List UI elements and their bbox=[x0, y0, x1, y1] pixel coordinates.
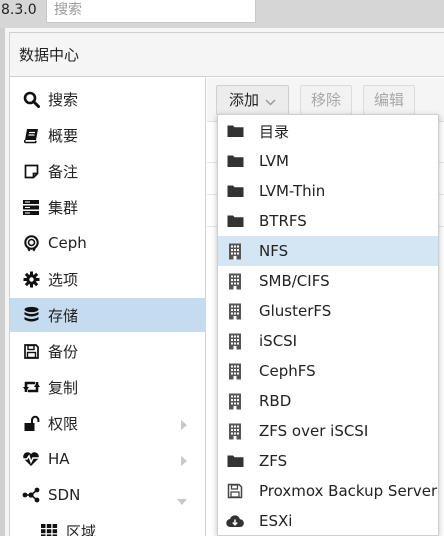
menu-item-cephfs[interactable]: CephFS bbox=[218, 356, 438, 386]
folder-icon bbox=[226, 152, 244, 170]
building-icon bbox=[226, 272, 244, 290]
cloud-download-icon bbox=[226, 512, 244, 530]
menu-item-label: ZFS over iSCSI bbox=[259, 422, 369, 440]
nav-item-ceph[interactable]: Ceph bbox=[10, 226, 206, 260]
retweet-icon bbox=[21, 377, 41, 397]
nav-item-summary[interactable]: 概要 bbox=[10, 118, 206, 152]
nav-item-label: 权限 bbox=[48, 414, 79, 433]
folder-icon bbox=[226, 182, 244, 200]
collapse-arrow-icon[interactable] bbox=[176, 492, 188, 510]
sdn-icon bbox=[21, 485, 41, 505]
nav-item-label: 备注 bbox=[48, 162, 79, 181]
menu-item-label: LVM bbox=[259, 152, 289, 170]
nav-item-label: 存储 bbox=[48, 306, 79, 325]
nav-item-options[interactable]: 选项 bbox=[10, 262, 206, 296]
menu-item-btrfs[interactable]: BTRFS bbox=[218, 206, 438, 236]
nav-item-label: Ceph bbox=[48, 234, 87, 252]
floppy-icon bbox=[226, 482, 244, 500]
folder-icon bbox=[226, 212, 244, 230]
menu-item-lvm-thin[interactable]: LVM-Thin bbox=[218, 176, 438, 206]
building-icon bbox=[226, 392, 244, 410]
menu-item-label: ZFS bbox=[259, 452, 288, 470]
nav-item-label: 复制 bbox=[48, 378, 79, 397]
unlock-icon bbox=[21, 413, 41, 433]
datacenter-nav: 搜索 概要 备注 集群 Ceph 选项 存储 备份 复制 权限 HA SDN 区… bbox=[10, 78, 206, 536]
top-bar: 8.3.0 搜索 bbox=[0, 0, 444, 28]
nav-item-backup[interactable]: 备份 bbox=[10, 334, 206, 368]
nav-item-label: 概要 bbox=[48, 126, 79, 145]
nav-item-label: SDN bbox=[48, 486, 81, 504]
menu-item-label: Proxmox Backup Server bbox=[259, 482, 438, 500]
menu-item-smb-cifs[interactable]: SMB/CIFS bbox=[218, 266, 438, 296]
version-label: 8.3.0 bbox=[1, 2, 37, 18]
menu-item-directory[interactable]: 目录 bbox=[218, 116, 438, 146]
nav-item-sdn[interactable]: SDN bbox=[10, 478, 206, 512]
building-icon bbox=[226, 422, 244, 440]
remove-button[interactable]: 移除 bbox=[300, 85, 352, 115]
gear-icon bbox=[21, 269, 41, 289]
menu-item-label: GlusterFS bbox=[259, 302, 332, 320]
resource-tree-edge bbox=[0, 28, 5, 536]
ceph-icon bbox=[21, 233, 41, 253]
menu-item-label: BTRFS bbox=[259, 212, 307, 230]
menu-item-iscsi[interactable]: iSCSI bbox=[218, 326, 438, 356]
menu-item-zfs[interactable]: ZFS bbox=[218, 446, 438, 476]
panel-title: 数据中心 bbox=[10, 33, 444, 77]
search-icon bbox=[21, 89, 41, 109]
nav-item-replication[interactable]: 复制 bbox=[10, 370, 206, 404]
add-storage-menu: 目录 LVM LVM-Thin BTRFS NFS SMB/CIFS Glust… bbox=[217, 114, 439, 536]
folder-icon bbox=[226, 452, 244, 470]
nav-item-label: 选项 bbox=[48, 270, 79, 289]
menu-item-label: LVM-Thin bbox=[259, 182, 326, 200]
menu-item-nfs[interactable]: NFS bbox=[218, 236, 438, 266]
chevron-down-icon bbox=[265, 87, 276, 115]
nav-item-storage[interactable]: 存储 bbox=[10, 298, 206, 332]
nav-item-cluster[interactable]: 集群 bbox=[10, 190, 206, 224]
note-icon bbox=[21, 161, 41, 181]
save-icon bbox=[21, 341, 41, 361]
folder-icon bbox=[226, 122, 244, 140]
menu-item-label: 目录 bbox=[259, 122, 290, 141]
building-icon bbox=[226, 242, 244, 260]
edit-button[interactable]: 编辑 bbox=[363, 85, 415, 115]
nav-item-label: 备份 bbox=[48, 342, 79, 361]
menu-item-lvm[interactable]: LVM bbox=[218, 146, 438, 176]
database-icon bbox=[21, 305, 41, 325]
menu-item-label: NFS bbox=[259, 242, 289, 260]
expand-arrow-icon[interactable] bbox=[180, 453, 188, 471]
menu-item-rbd[interactable]: RBD bbox=[218, 386, 438, 416]
menu-item-label: iSCSI bbox=[259, 332, 298, 350]
building-icon bbox=[226, 332, 244, 350]
grid-icon bbox=[39, 521, 59, 536]
nav-item-ha[interactable]: HA bbox=[10, 442, 206, 476]
nav-item-search[interactable]: 搜索 bbox=[10, 82, 206, 116]
expand-arrow-icon[interactable] bbox=[180, 417, 188, 435]
heartbeat-icon bbox=[21, 449, 41, 469]
add-button[interactable]: 添加 bbox=[216, 85, 289, 115]
building-icon bbox=[226, 362, 244, 380]
nav-item-permissions[interactable]: 权限 bbox=[10, 406, 206, 440]
nav-item-notes[interactable]: 备注 bbox=[10, 154, 206, 188]
book-icon bbox=[21, 125, 41, 145]
nav-item-label: HA bbox=[48, 450, 70, 468]
menu-item-label: CephFS bbox=[259, 362, 316, 380]
add-button-label: 添加 bbox=[228, 91, 259, 109]
nav-item-label: 集群 bbox=[48, 198, 79, 217]
menu-item-glusterfs[interactable]: GlusterFS bbox=[218, 296, 438, 326]
nav-item-label: 搜索 bbox=[48, 90, 79, 109]
search-input[interactable]: 搜索 bbox=[46, 0, 256, 23]
nav-item-label: 区域 bbox=[66, 522, 97, 536]
menu-item-label: RBD bbox=[259, 392, 292, 410]
menu-item-label: ESXi bbox=[259, 512, 293, 530]
building-icon bbox=[226, 302, 244, 320]
nav-item-zones[interactable]: 区域 bbox=[10, 514, 206, 536]
menu-item-esxi[interactable]: ESXi bbox=[218, 506, 438, 536]
menu-item-label: SMB/CIFS bbox=[259, 272, 330, 290]
server-icon bbox=[21, 197, 41, 217]
menu-item-proxmox-backup-server[interactable]: Proxmox Backup Server bbox=[218, 476, 438, 506]
menu-item-zfs-over-iscsi[interactable]: ZFS over iSCSI bbox=[218, 416, 438, 446]
